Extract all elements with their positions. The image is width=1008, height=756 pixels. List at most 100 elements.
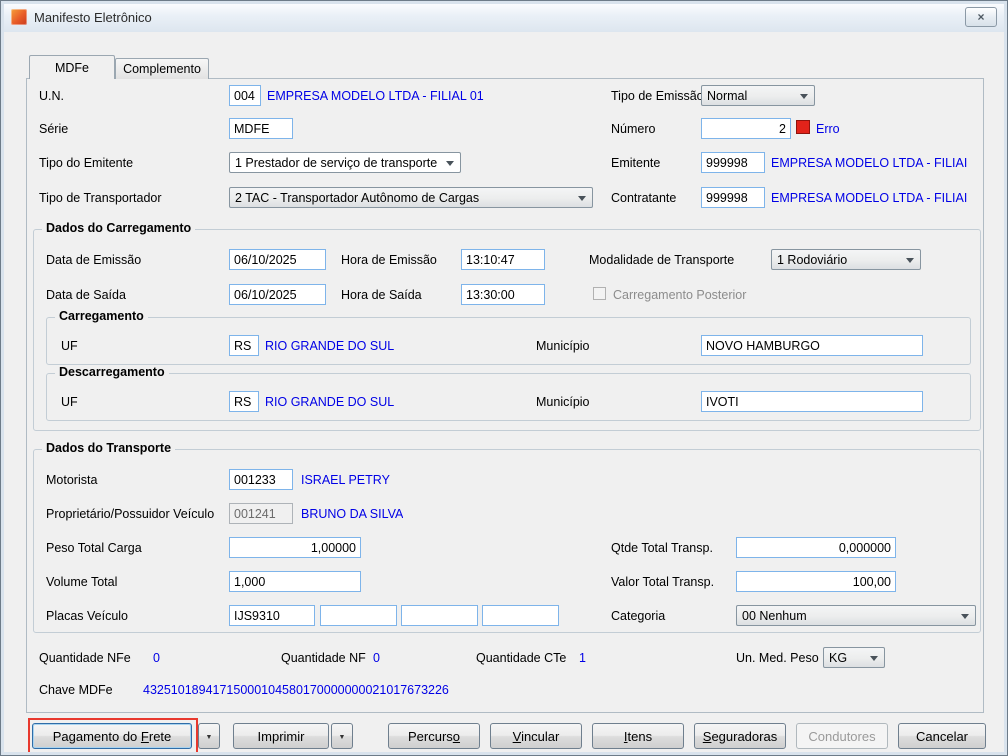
contratante-name-value: EMPRESA MODELO LTDA - FILIAI xyxy=(771,191,968,205)
valor-total-input[interactable] xyxy=(736,571,896,592)
tipo-emissao-label: Tipo de Emissão xyxy=(611,89,704,103)
carregamento-posterior-label: Carregamento Posterior xyxy=(613,288,747,302)
quantidade-nf-label: Quantidade NF xyxy=(281,651,366,665)
hora-saida-input[interactable] xyxy=(461,284,545,305)
dropdown-arrow-icon xyxy=(961,614,969,619)
emitente-code-input[interactable] xyxy=(701,152,765,173)
dropdown-arrow-icon xyxy=(870,656,878,661)
tipo-transportador-value: 2 TAC - Transportador Autônomo de Cargas xyxy=(235,190,480,205)
tab-mdfe[interactable]: MDFe xyxy=(29,55,115,79)
modalidade-label: Modalidade de Transporte xyxy=(589,253,735,267)
un-med-peso-label: Un. Med. Peso xyxy=(736,651,819,665)
pagamento-frete-dropdown-button[interactable]: ▼ xyxy=(198,723,220,749)
un-name-value: EMPRESA MODELO LTDA - FILIAL 01 xyxy=(267,89,484,103)
seguradoras-button[interactable]: Seguradoras xyxy=(694,723,786,749)
peso-total-label: Peso Total Carga xyxy=(46,541,142,555)
descarregamento-uf-name: RIO GRANDE DO SUL xyxy=(265,395,395,409)
tab-mdfe-label: MDFe xyxy=(54,60,90,75)
descarregamento-municipio-label: Município xyxy=(536,395,590,409)
placas-label: Placas Veículo xyxy=(46,609,128,623)
dropdown-arrow-icon xyxy=(906,258,914,263)
valor-total-label: Valor Total Transp. xyxy=(611,575,715,589)
motorista-code-input[interactable] xyxy=(229,469,293,490)
chevron-down-icon: ▼ xyxy=(205,733,213,741)
tipo-emitente-value: 1 Prestador de serviço de transporte xyxy=(235,155,438,170)
descarregamento-uf-input[interactable] xyxy=(229,391,259,412)
data-emissao-input[interactable] xyxy=(229,249,326,270)
carregamento-municipio-input[interactable] xyxy=(701,335,923,356)
vincular-button[interactable]: Vincular xyxy=(490,723,582,749)
tipo-transportador-label: Tipo de Transportador xyxy=(39,191,162,205)
itens-button[interactable]: Itens xyxy=(592,723,684,749)
placa-4-input[interactable] xyxy=(482,605,559,626)
tab-complemento[interactable]: Complemento xyxy=(115,58,209,79)
window-title: Manifesto Eletrônico xyxy=(34,9,152,25)
quantidade-nf-value: 0 xyxy=(373,651,380,665)
descarregamento-municipio-input[interactable] xyxy=(701,391,923,412)
imprimir-dropdown-button[interactable]: ▼ xyxy=(331,723,353,749)
proprietario-label: Proprietário/Possuidor Veículo xyxy=(46,507,215,521)
motorista-name-value: ISRAEL PETRY xyxy=(301,473,390,487)
tab-complemento-label: Complemento xyxy=(123,62,201,76)
volume-total-label: Volume Total xyxy=(46,575,118,589)
carregamento-posterior-checkbox xyxy=(593,287,606,300)
categoria-label: Categoria xyxy=(611,609,666,623)
carregamento-uf-name: RIO GRANDE DO SUL xyxy=(265,339,395,353)
percurso-button[interactable]: Percurso xyxy=(388,723,480,749)
manifesto-eletronico-window: Manifesto Eletrônico × MDFe Complemento … xyxy=(0,0,1008,756)
emitente-label: Emitente xyxy=(611,156,661,170)
hora-emissao-label: Hora de Emissão xyxy=(341,253,437,267)
carregamento-uf-label: UF xyxy=(61,339,78,353)
close-icon: × xyxy=(977,10,985,24)
tipo-emitente-label: Tipo do Emitente xyxy=(39,156,134,170)
dados-carregamento-title: Dados do Carregamento xyxy=(42,221,196,235)
title-bar[interactable]: Manifesto Eletrônico xyxy=(2,2,1006,32)
pagamento-frete-button[interactable]: Pagamento do Frete xyxy=(32,723,192,749)
placa-3-input[interactable] xyxy=(401,605,478,626)
imprimir-button[interactable]: Imprimir xyxy=(233,723,329,749)
numero-input[interactable] xyxy=(701,118,791,139)
data-emissao-label: Data de Emissão xyxy=(46,253,142,267)
placa-1-input[interactable] xyxy=(229,605,315,626)
modalidade-value: 1 Rodoviário xyxy=(777,252,848,267)
dropdown-arrow-icon xyxy=(446,161,454,166)
numero-label: Número xyxy=(611,122,656,136)
volume-total-input[interactable] xyxy=(229,571,361,592)
erro-label: Erro xyxy=(816,122,840,136)
carregamento-municipio-label: Município xyxy=(536,339,590,353)
qtde-total-input[interactable] xyxy=(736,537,896,558)
cancelar-button[interactable]: Cancelar xyxy=(898,723,986,749)
peso-total-input[interactable] xyxy=(229,537,361,558)
proprietario-code-input xyxy=(229,503,293,524)
un-code-input[interactable] xyxy=(229,85,261,106)
hora-saida-label: Hora de Saída xyxy=(341,288,422,302)
dropdown-arrow-icon xyxy=(578,196,586,201)
tipo-emitente-select[interactable]: 1 Prestador de serviço de transporte xyxy=(229,152,461,173)
chave-mdfe-label: Chave MDFe xyxy=(39,683,113,697)
quantidade-nfe-value: 0 xyxy=(153,651,160,665)
error-indicator[interactable] xyxy=(796,120,810,134)
proprietario-name-value: BRUNO DA SILVA xyxy=(301,507,404,521)
hora-emissao-input[interactable] xyxy=(461,249,545,270)
carregamento-uf-input[interactable] xyxy=(229,335,259,356)
quantidade-nfe-label: Quantidade NFe xyxy=(39,651,131,665)
dropdown-arrow-icon xyxy=(800,94,808,99)
close-button[interactable]: × xyxy=(965,7,997,27)
tipo-emissao-select[interactable]: Normal xyxy=(701,85,815,106)
un-med-peso-value: KG xyxy=(829,650,848,665)
un-med-peso-select[interactable]: KG xyxy=(823,647,885,668)
categoria-select[interactable]: 00 Nenhum xyxy=(736,605,976,626)
contratante-label: Contratante xyxy=(611,191,677,205)
data-saida-input[interactable] xyxy=(229,284,326,305)
chevron-down-icon: ▼ xyxy=(338,733,346,741)
contratante-code-input[interactable] xyxy=(701,187,765,208)
tipo-emissao-value: Normal xyxy=(707,88,748,103)
descarregamento-subgroup-title: Descarregamento xyxy=(55,365,169,379)
modalidade-select[interactable]: 1 Rodoviário xyxy=(771,249,921,270)
quantidade-cte-value: 1 xyxy=(579,651,586,665)
placa-2-input[interactable] xyxy=(320,605,397,626)
serie-input[interactable] xyxy=(229,118,293,139)
chave-mdfe-value: 4325101894171500010458017000000002101767… xyxy=(143,683,449,697)
tipo-transportador-select[interactable]: 2 TAC - Transportador Autônomo de Cargas xyxy=(229,187,593,208)
motorista-label: Motorista xyxy=(46,473,98,487)
